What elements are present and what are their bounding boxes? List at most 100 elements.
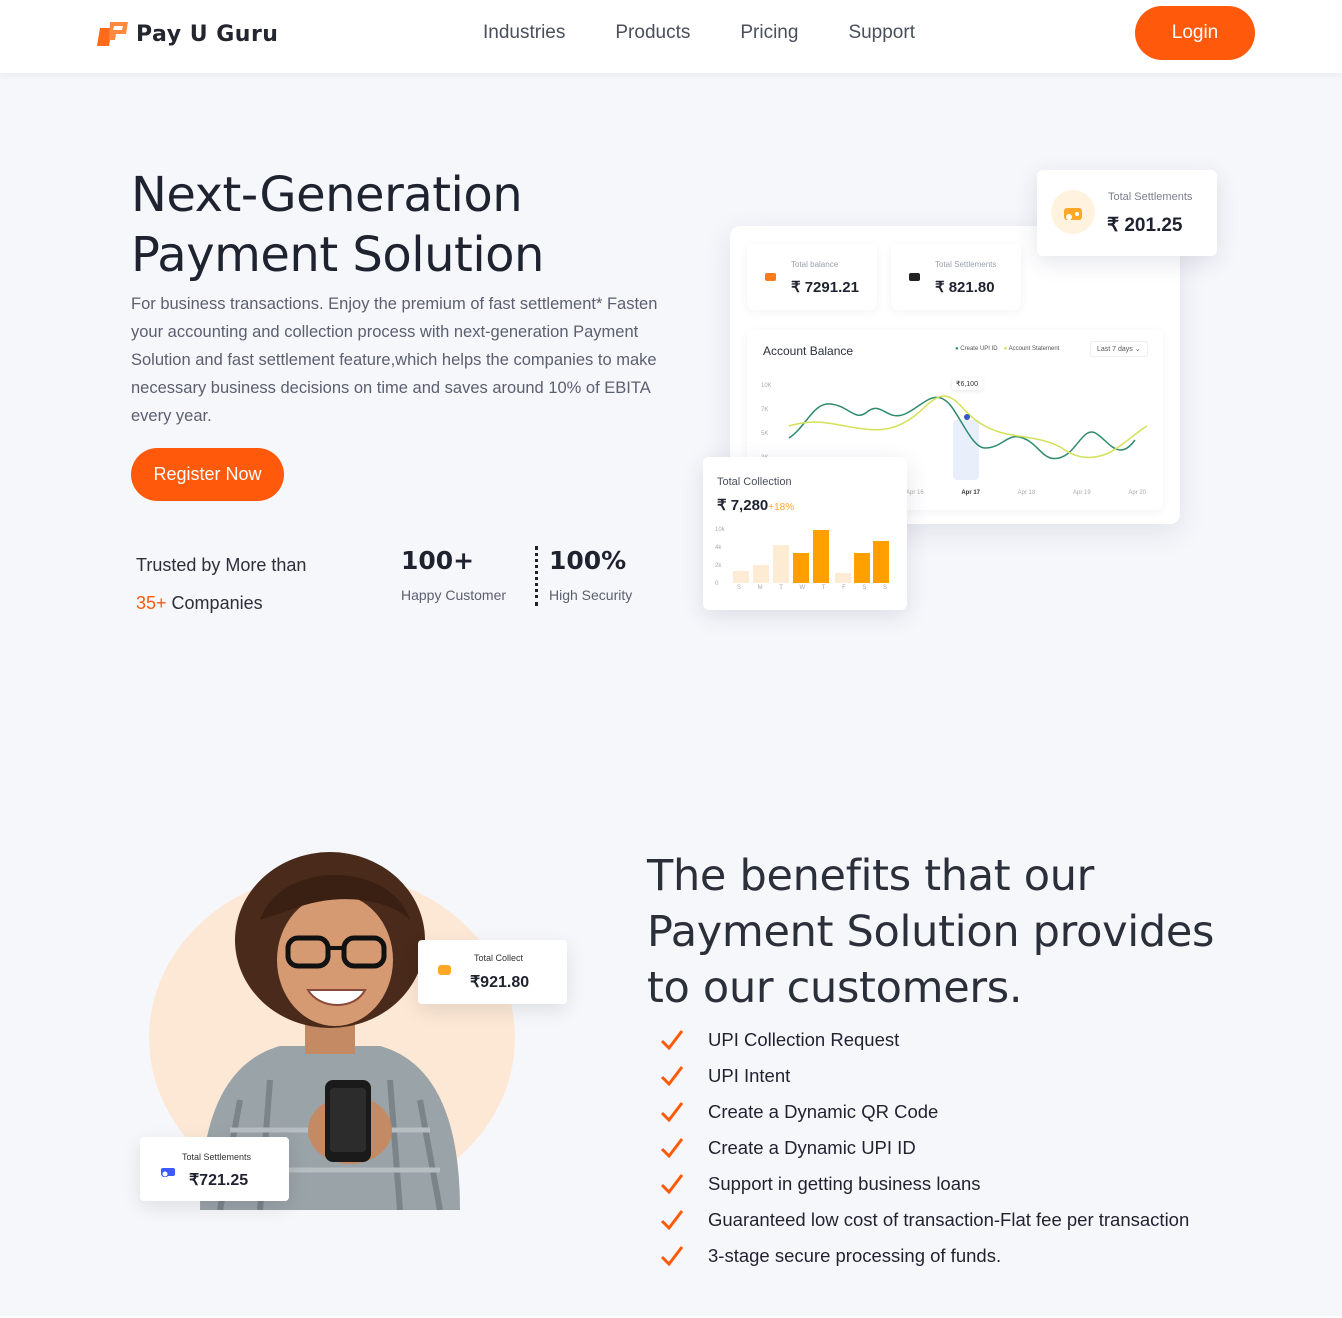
benefits-title-line2: Payment Solution provides	[647, 907, 1215, 957]
trusted-line1: Trusted by More than	[136, 555, 307, 575]
bar-day: S	[737, 585, 742, 591]
hero-title-line1: Next-Generation	[131, 167, 523, 223]
benefits-title: The benefits that our Payment Solution p…	[647, 848, 1247, 1016]
total-settlements-mini-card: Total Settlements ₹ 821.80	[891, 244, 1021, 310]
bar	[873, 541, 889, 583]
check-icon	[660, 1210, 684, 1231]
settlement-icon	[1051, 190, 1095, 234]
bar-x-ticks: S M T W T F S S	[737, 585, 887, 591]
nav-support[interactable]: Support	[848, 22, 915, 44]
bar	[753, 565, 769, 583]
nav-products[interactable]: Products	[615, 22, 690, 44]
register-now-button[interactable]: Register Now	[131, 448, 284, 501]
float-settlements-label: Total Settlements	[1108, 191, 1193, 203]
x-tick: Apr 17	[961, 490, 981, 496]
moneybag-icon	[1064, 208, 1082, 220]
benefits-title-line3: to our customers.	[647, 963, 1023, 1013]
benefit-text: Guaranteed low cost of transaction-Flat …	[708, 1209, 1190, 1230]
trusted-line2: 35+ Companies	[136, 584, 306, 622]
x-tick: Apr 16	[906, 490, 924, 496]
check-icon	[660, 1138, 684, 1159]
stat-customers: 100+ Happy Customer	[401, 546, 506, 603]
x-tick: Apr 19	[1072, 490, 1091, 496]
wallet-icon	[765, 273, 776, 281]
x-ticks: Apr 16 Apr 17 Apr 18 Apr 19 Apr 20	[906, 490, 1146, 496]
trusted-suffix: Companies	[166, 593, 263, 613]
benefits-settlements-float-card: Total Settlements ₹721.25	[140, 1137, 289, 1201]
nav-links: Industries Products Pricing Support	[483, 22, 965, 44]
check-icon	[660, 1066, 684, 1087]
x-tick: Apr 20	[1128, 490, 1146, 496]
bar	[793, 553, 809, 583]
benefit-text: 3-stage secure processing of funds.	[708, 1245, 1002, 1266]
benefit-item: Support in getting business loans	[660, 1166, 1189, 1202]
total-balance-label: Total balance	[791, 260, 839, 269]
benefit-item: UPI Collection Request	[660, 1022, 1189, 1058]
login-button[interactable]: Login	[1135, 6, 1255, 60]
check-icon	[660, 1174, 684, 1195]
top-navbar: Pay U Guru Industries Products Pricing S…	[0, 0, 1342, 73]
bar-day: T	[779, 585, 783, 591]
total-balance-card: Total balance ₹ 7291.21	[747, 244, 877, 310]
benefit-text: Create a Dynamic QR Code	[708, 1101, 939, 1122]
stat-customers-num: 100+	[401, 546, 475, 575]
trusted-count: 35+	[136, 593, 167, 613]
total-settlements-value: ₹ 821.80	[935, 279, 995, 296]
collect-label: Total Collect	[474, 953, 524, 963]
bar-day: F	[842, 585, 846, 591]
total-collection-card: Total Collection ₹ 7,280+18% 10k 4k 2k 0…	[703, 457, 907, 610]
benefit-text: UPI Intent	[708, 1065, 791, 1086]
payuguru-logo-icon	[97, 22, 128, 46]
benefit-item: 3-stage secure processing of funds.	[660, 1238, 1189, 1274]
benefits-settle-value: ₹721.25	[189, 1172, 249, 1189]
stat-customers-label: Happy Customer	[401, 587, 507, 603]
bar	[733, 571, 749, 583]
bar	[773, 545, 789, 583]
benefits-title-line1: The benefits that our	[647, 851, 1095, 901]
stat-security: 100% High Security	[549, 546, 632, 603]
float-settlements-value: ₹ 201.25	[1107, 215, 1183, 236]
trusted-by: Trusted by More than 35+ Companies	[136, 546, 306, 622]
benefit-item: UPI Intent	[660, 1058, 1189, 1094]
wallet-icon	[438, 965, 451, 975]
nav-pricing[interactable]: Pricing	[740, 22, 798, 44]
total-collect-float-card: Total Collect ₹921.80	[418, 940, 567, 1004]
bank-icon	[161, 1168, 175, 1177]
total-settlements-label: Total Settlements	[935, 260, 997, 269]
benefit-text: UPI Collection Request	[708, 1029, 900, 1050]
bar	[813, 530, 829, 583]
stat-security-num: 100%	[549, 546, 627, 575]
bar	[854, 553, 870, 583]
collect-value: ₹921.80	[470, 974, 530, 991]
benefit-item: Guaranteed low cost of transaction-Flat …	[660, 1202, 1189, 1238]
benefit-text: Create a Dynamic UPI ID	[708, 1137, 916, 1158]
check-icon	[660, 1246, 684, 1267]
wallet-icon	[909, 273, 920, 281]
stat-security-label: High Security	[549, 587, 633, 603]
hero-description: For business transactions. Enjoy the pre…	[131, 295, 658, 425]
x-tick: Apr 18	[1017, 490, 1036, 496]
benefits-settle-label: Total Settlements	[182, 1152, 252, 1162]
check-icon	[660, 1102, 684, 1123]
total-settlements-float-card: Total Settlements ₹ 201.25	[1037, 170, 1217, 256]
benefit-item: Create a Dynamic QR Code	[660, 1094, 1189, 1130]
total-balance-value: ₹ 7291.21	[791, 279, 859, 296]
data-point	[964, 414, 970, 420]
stat-divider	[535, 546, 538, 606]
benefit-text: Support in getting business loans	[708, 1173, 981, 1194]
check-icon	[660, 1030, 684, 1051]
hero-title-line2: Payment Solution	[131, 227, 544, 283]
bar-day: W	[799, 585, 806, 591]
brand-logo[interactable]: Pay U Guru	[96, 20, 278, 48]
bar-day: S	[882, 585, 887, 591]
bar-day: T	[821, 585, 826, 591]
bar-day: M	[757, 585, 763, 591]
nav-industries[interactable]: Industries	[483, 22, 565, 44]
bar-day: S	[862, 585, 867, 591]
brand-name: Pay U Guru	[136, 21, 279, 47]
chart-tooltip: ₹6,100	[952, 378, 982, 390]
benefit-item: Create a Dynamic UPI ID	[660, 1130, 1189, 1166]
benefits-list: UPI Collection Request UPI Intent Create…	[660, 1022, 1189, 1274]
hero-title: Next-Generation Payment Solution	[131, 165, 651, 285]
bar	[835, 573, 851, 583]
